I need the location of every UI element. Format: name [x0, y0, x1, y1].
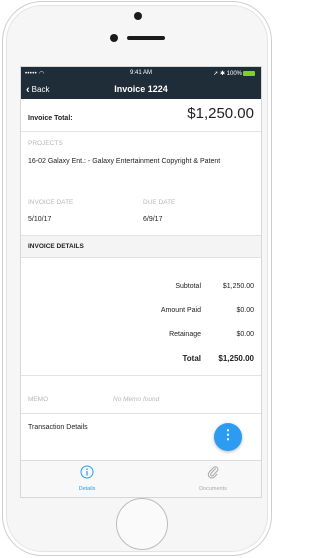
divider: [21, 375, 261, 376]
speaker-grille: [127, 36, 165, 40]
memo-label: MEMO: [28, 396, 49, 403]
invoice-date-value: 5/10/17: [28, 216, 52, 223]
camera-icon: [134, 12, 142, 20]
transaction-details-label: Transaction Details: [28, 424, 88, 431]
battery-icon: [243, 71, 255, 76]
invoice-details-header: INVOICE DETAILS: [21, 236, 261, 257]
divider: [21, 257, 261, 258]
paperclip-icon: [207, 466, 219, 479]
more-actions-button[interactable]: ⋮: [214, 423, 242, 451]
projects-value: 16-02 Galaxy Ent.: - Galaxy Entertainmen…: [28, 158, 221, 165]
bluetooth-icon: ✱: [219, 71, 225, 77]
front-sensor-icon: [110, 34, 118, 42]
battery-percent: 100%: [226, 71, 242, 77]
amount-paid-label: Amount Paid: [160, 307, 201, 314]
amount-paid-value: $0.00: [236, 307, 254, 314]
tab-details-label: Details: [78, 486, 96, 492]
retainage-label: Retainage: [169, 331, 201, 338]
tab-details[interactable]: Details: [57, 465, 117, 492]
invoice-total-row: Invoice Total: $1,250.00: [21, 99, 261, 132]
tab-documents-label: Documents: [199, 486, 227, 492]
invoice-content: Invoice Total: $1,250.00 PROJECTS 16-02 …: [21, 99, 261, 461]
invoice-date-label: INVOICE DATE: [28, 199, 74, 206]
page-title: Invoice 1224: [114, 84, 168, 94]
total-value: $1,250.00: [218, 354, 254, 363]
due-date-label: DUE DATE: [143, 199, 176, 206]
phone-frame: ••••• ◠ 9:41 AM ➚ ✱ 100% ‹ Back Invoice 1…: [2, 1, 272, 556]
total-label: Total: [182, 354, 201, 363]
projects-label: PROJECTS: [28, 140, 63, 147]
due-date-value: 6/9/17: [143, 216, 163, 223]
tab-bar: Details Documents: [21, 460, 261, 497]
nav-bar: ‹ Back Invoice 1224: [21, 80, 261, 99]
invoice-total-label: Invoice Total:: [28, 115, 73, 122]
location-icon: ➚: [213, 71, 219, 77]
invoice-total-value: $1,250.00: [187, 105, 254, 122]
status-right: ➚ ✱ 100%: [213, 70, 255, 77]
home-button[interactable]: [116, 498, 168, 550]
tab-documents[interactable]: Documents: [183, 465, 243, 492]
info-icon: [80, 465, 94, 479]
memo-value: No Memo found: [113, 396, 160, 403]
retainage-value: $0.00: [236, 331, 254, 338]
more-vertical-icon: ⋮: [221, 427, 235, 442]
status-bar: ••••• ◠ 9:41 AM ➚ ✱ 100%: [21, 67, 261, 80]
subtotal-value: $1,250.00: [222, 283, 254, 290]
invoice-details-title: INVOICE DETAILS: [28, 243, 84, 250]
subtotal-label: Subtotal: [175, 283, 201, 290]
